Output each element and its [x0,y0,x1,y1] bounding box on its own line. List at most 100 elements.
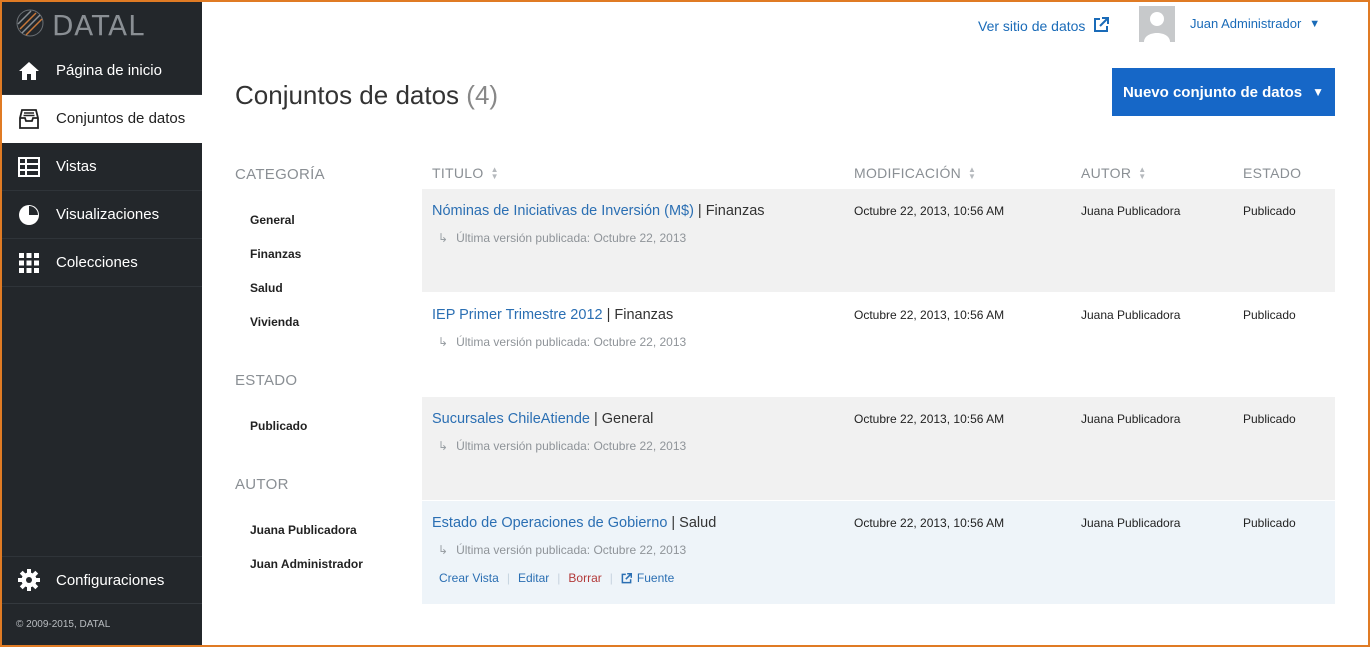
table-row[interactable]: Sucursales ChileAtiende | General ↳ Última… [422,397,1335,500]
logo-mark-icon [16,9,44,42]
sidebar-item-label: Colecciones [56,254,138,271]
sidebar-item-home[interactable]: Página de inicio [0,47,202,95]
action-separator: | [506,571,510,585]
chevron-down-icon: ▼ [1312,85,1325,99]
return-arrow-icon: ↳ [438,335,449,349]
filter-heading-status: ESTADO [235,372,298,389]
row-title: Nóminas de Iniciativas de Inversión (M$)… [432,203,765,219]
column-header-modified[interactable]: MODIFICACIÓN ▲ ▼ [854,165,976,181]
title-separator: | [671,515,676,531]
source-link-label: Fuente [636,571,675,585]
view-site-link[interactable]: Ver sitio de datos [978,16,1110,36]
row-status: Publicado [1243,308,1296,322]
return-arrow-icon: ↳ [438,543,449,557]
row-subtitle-text: Última versión publicada: Octubre 22, 20… [456,335,687,349]
row-status: Publicado [1243,412,1296,426]
dataset-title-link[interactable]: IEP Primer Trimestre 2012 [432,307,603,323]
return-arrow-icon: ↳ [438,231,449,245]
filter-heading-category: CATEGORÍA [235,166,325,183]
sidebar-item-views[interactable]: Vistas [0,143,202,191]
table-row[interactable]: Nóminas de Iniciativas de Inversión (M$)… [422,189,1335,292]
filter-category-finanzas[interactable]: Finanzas [250,247,301,261]
sort-icon: ▲ ▼ [968,165,977,181]
table-row[interactable]: Estado de Operaciones de Gobierno | Salud … [422,501,1335,604]
row-category: General [601,411,654,427]
dataset-title-link[interactable]: Sucursales ChileAtiende [432,411,590,427]
new-dataset-button[interactable]: Nuevo conjunto de datos ▼ [1112,68,1335,116]
table-icon [18,156,40,178]
filter-status-publicado[interactable]: Publicado [250,419,307,433]
row-category: Finanzas [705,203,765,219]
filter-heading-author: AUTOR [235,476,289,493]
filter-category-salud[interactable]: Salud [250,281,283,295]
logo-text: DATAL [52,8,145,42]
chevron-down-icon: ▼ [1309,17,1321,30]
column-header-author[interactable]: AUTOR ▲ ▼ [1081,165,1146,181]
row-category: Salud [679,515,717,531]
row-subtitle-text: Última versión publicada: Octubre 22, 20… [456,231,687,245]
filter-category-vivienda[interactable]: Vivienda [250,315,299,329]
row-subtitle: ↳ Última versión publicada: Octubre 22, … [438,231,686,245]
copyright: © 2009-2015, DATAL [16,619,111,630]
create-view-link[interactable]: Crear Vista [439,571,499,585]
sidebar-item-datasets[interactable]: Conjuntos de datos [0,95,202,143]
sidebar-item-label: Página de inicio [56,62,162,79]
sidebar-item-settings[interactable]: Configuraciones [0,556,202,604]
row-title: IEP Primer Trimestre 2012 | Finanzas [432,307,673,323]
row-subtitle-text: Última versión publicada: Octubre 22, 20… [456,439,687,453]
page-title-text: Conjuntos de datos [235,80,460,110]
sidebar-item-label: Configuraciones [56,571,165,589]
dataset-title-link[interactable]: Nóminas de Iniciativas de Inversión (M$) [432,203,694,219]
sidebar: DATAL Página de inicio Conjuntos de dato… [0,0,202,647]
row-actions: Crear Vista | Editar | Borrar | Fuente [439,571,674,585]
column-header-title[interactable]: TITULO ▲ ▼ [432,165,499,181]
dataset-title-link[interactable]: Estado de Operaciones de Gobierno [432,515,667,531]
new-dataset-button-label: Nuevo conjunto de datos [1122,83,1303,101]
row-modified: Octubre 22, 2013, 10:56 AM [854,308,1005,322]
external-link-icon [1093,16,1110,36]
title-separator: | [606,307,611,323]
sidebar-item-label: Vistas [56,158,97,175]
row-status: Publicado [1243,204,1296,218]
sidebar-item-collections[interactable]: Colecciones [0,239,202,287]
gear-icon [18,569,40,591]
table-row[interactable]: IEP Primer Trimestre 2012 | Finanzas ↳ Últ… [422,293,1335,396]
home-icon [18,60,40,82]
title-separator: | [593,411,598,427]
avatar[interactable] [1139,6,1175,42]
return-arrow-icon: ↳ [438,439,449,453]
row-modified: Octubre 22, 2013, 10:56 AM [854,204,1005,218]
grid-icon [18,252,40,274]
row-author: Juana Publicadora [1081,516,1181,530]
row-title: Estado de Operaciones de Gobierno | Salud [432,515,716,531]
sidebar-item-label: Conjuntos de datos [56,110,186,127]
row-subtitle-text: Última versión publicada: Octubre 22, 20… [456,543,687,557]
dataset-tray-icon [18,108,40,130]
sort-icon: ▲ ▼ [1138,165,1147,181]
filter-category-general[interactable]: General [250,213,295,227]
column-header-label: AUTOR [1081,165,1132,181]
column-header-label: ESTADO [1243,165,1302,181]
row-subtitle: ↳ Última versión publicada: Octubre 22, … [438,335,686,349]
column-header-label: MODIFICACIÓN [854,165,962,181]
sort-icon: ▲ ▼ [490,165,499,181]
page-title: Conjuntos de datos (4) [235,80,498,111]
column-header-status: ESTADO [1243,165,1301,181]
source-link[interactable]: Fuente [621,571,674,585]
column-header-label: TITULO [432,165,484,181]
sidebar-nav: Página de inicio Conjuntos de datos Vist… [0,47,202,287]
row-modified: Octubre 22, 2013, 10:56 AM [854,412,1005,426]
filter-author-juana[interactable]: Juana Publicadora [250,523,357,537]
row-author: Juana Publicadora [1081,412,1181,426]
sidebar-item-visualizations[interactable]: Visualizaciones [0,191,202,239]
user-menu[interactable]: Juan Administrador ▼ [1190,16,1320,31]
action-separator: | [609,571,613,585]
view-site-label: Ver sitio de datos [978,18,1086,34]
logo[interactable]: DATAL [16,8,145,42]
row-subtitle: ↳ Última versión publicada: Octubre 22, … [438,439,686,453]
edit-link[interactable]: Editar [518,571,549,585]
filter-author-juan[interactable]: Juan Administrador [250,557,363,571]
row-modified: Octubre 22, 2013, 10:56 AM [854,516,1005,530]
delete-link[interactable]: Borrar [568,571,601,585]
title-separator: | [697,203,702,219]
